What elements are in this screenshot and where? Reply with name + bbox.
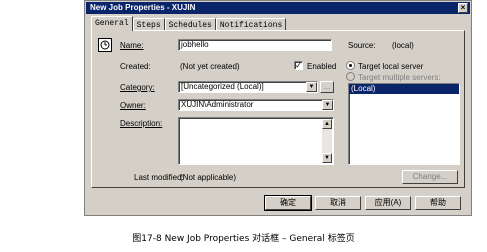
target-multiple-radio[interactable] <box>346 72 355 81</box>
target-multiple-label: Target multiple servers: <box>358 73 441 82</box>
title-bar: New Job Properties - XUJIN × <box>86 2 470 14</box>
tab-strip: General Steps Schedules Notifications <box>91 16 287 31</box>
last-modified-value: (Not applicable) <box>180 173 237 182</box>
owner-select[interactable]: XUJIN\Administrator ▼ <box>178 99 334 111</box>
source-label: Source: <box>348 41 376 50</box>
last-modified-label: Last modified: <box>134 173 184 182</box>
enabled-checkbox[interactable]: ✓ <box>294 61 303 70</box>
target-local-radio[interactable] <box>346 61 355 70</box>
job-properties-dialog: New Job Properties - XUJIN × General Ste… <box>84 0 472 216</box>
help-button[interactable]: 帮助 <box>415 196 461 210</box>
created-label: Created: <box>120 62 151 71</box>
name-label: Name: <box>120 41 144 50</box>
description-label: Description: <box>120 119 163 128</box>
source-value: (local) <box>392 41 414 50</box>
owner-value: XUJIN\Administrator <box>181 100 254 109</box>
description-textarea[interactable]: ▲ ▼ <box>178 117 334 165</box>
category-select[interactable]: [Uncategorized (Local)] ▼ <box>178 81 318 93</box>
description-scrollbar[interactable]: ▲ ▼ <box>322 119 332 163</box>
category-value: [Uncategorized (Local)] <box>181 82 264 91</box>
scroll-up-icon[interactable]: ▲ <box>322 119 332 129</box>
owner-label: Owner: <box>120 101 146 110</box>
scroll-down-icon[interactable]: ▼ <box>322 153 332 163</box>
ok-button[interactable]: 确定 <box>264 195 312 211</box>
tab-general[interactable]: General <box>91 16 133 31</box>
general-panel: Name: jobhello Source: (local) Created: … <box>91 30 465 188</box>
window-title: New Job Properties - XUJIN <box>90 3 196 12</box>
figure-caption: 图17-8 New Job Properties 对话框 – General 标… <box>132 234 355 244</box>
job-icon <box>98 38 112 52</box>
target-local-label: Target local server <box>358 62 424 71</box>
chevron-down-icon[interactable]: ▼ <box>306 82 317 92</box>
category-label: Category: <box>120 83 155 92</box>
cancel-button[interactable]: 取消 <box>315 196 361 210</box>
name-input[interactable]: jobhello <box>178 39 332 51</box>
apply-button[interactable]: 应用(A) <box>365 196 411 210</box>
chevron-down-icon[interactable]: ▼ <box>322 100 333 110</box>
list-item[interactable]: (Local) <box>349 84 459 94</box>
target-server-list[interactable]: (Local) <box>348 83 460 165</box>
category-browse-button[interactable]: ... <box>320 81 334 93</box>
change-button[interactable]: Change... <box>402 170 458 184</box>
created-value: (Not yet created) <box>180 62 240 71</box>
close-button[interactable]: × <box>458 3 468 13</box>
enabled-label: Enabled <box>307 62 337 71</box>
